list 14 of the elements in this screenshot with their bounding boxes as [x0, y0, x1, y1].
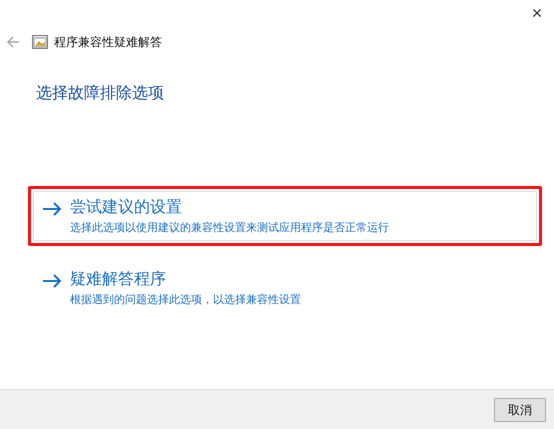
option-description: 根据遇到的问题选择此选项，以选择兼容性设置: [70, 292, 301, 308]
close-button[interactable]: ×: [520, 0, 554, 26]
option-link[interactable]: 尝试建议的设置 选择此选项以使用建议的兼容性设置来测试应用程序是否正常运行: [33, 191, 537, 241]
back-arrow-icon[interactable]: [6, 36, 20, 48]
option-description: 选择此选项以使用建议的兼容性设置来测试应用程序是否正常运行: [70, 220, 389, 236]
option-title: 尝试建议的设置: [70, 198, 183, 218]
arrow-right-icon: [42, 274, 62, 288]
option-title: 疑难解答程序: [70, 270, 167, 290]
page-heading: 选择故障排除选项: [36, 84, 165, 104]
cancel-button[interactable]: 取消: [494, 398, 546, 422]
window-title: 程序兼容性疑难解答: [54, 34, 162, 51]
arrow-right-icon: [42, 202, 62, 216]
option-link[interactable]: 疑难解答程序 根据遇到的问题选择此选项，以选择兼容性设置: [33, 263, 537, 313]
app-window-icon: [32, 35, 48, 49]
